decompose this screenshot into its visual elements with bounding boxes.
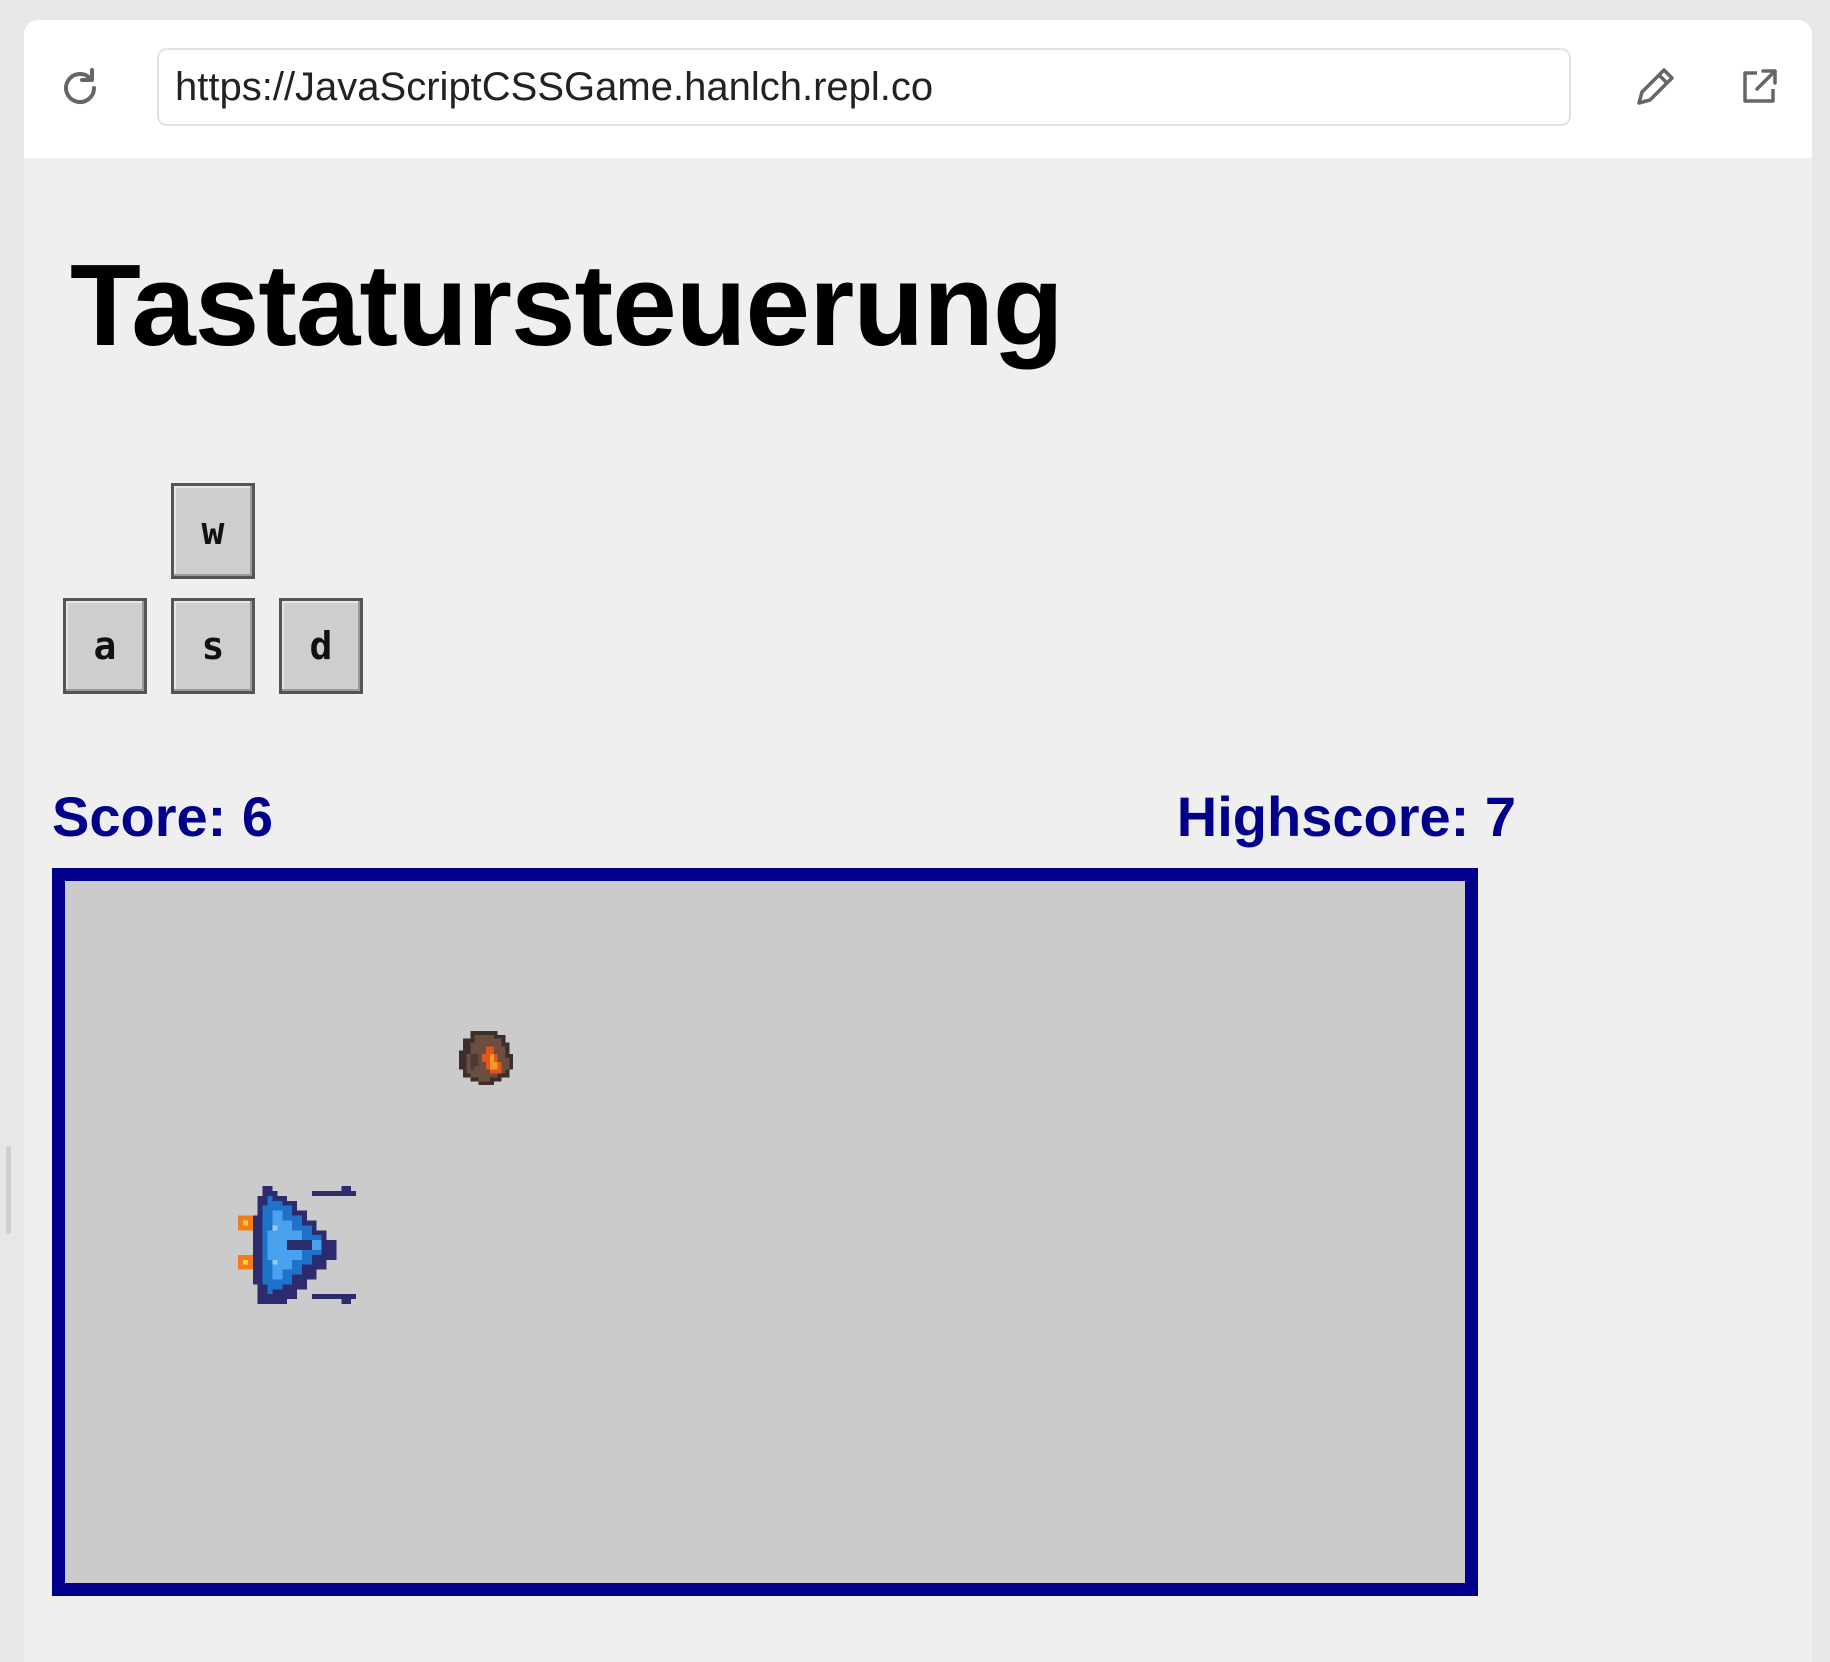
- url-text: https://JavaScriptCSSGame.hanlch.repl.co: [175, 64, 934, 109]
- page-title: Tastatursteuerung: [70, 240, 1064, 370]
- reload-icon: [64, 68, 96, 104]
- score-value: 6: [241, 785, 274, 848]
- external-link-icon: [1743, 69, 1777, 103]
- key-w[interactable]: w: [171, 483, 255, 579]
- pencil-icon: [1637, 68, 1674, 105]
- reload-button[interactable]: [54, 62, 106, 114]
- url-bar[interactable]: https://JavaScriptCSSGame.hanlch.repl.co: [157, 48, 1571, 126]
- edit-button[interactable]: [1628, 60, 1682, 114]
- score-display: Score: 6: [52, 784, 273, 849]
- key-d[interactable]: d: [279, 598, 363, 694]
- highscore-label: Highscore:: [1176, 785, 1470, 848]
- browser-window: https://JavaScriptCSSGame.hanlch.repl.co…: [24, 20, 1812, 1662]
- browser-toolbar: https://JavaScriptCSSGame.hanlch.repl.co: [24, 20, 1812, 158]
- spaceship-sprite: [238, 1186, 356, 1304]
- asteroid-sprite: [458, 1030, 514, 1086]
- key-a[interactable]: a: [63, 598, 147, 694]
- score-label: Score:: [52, 785, 227, 848]
- open-external-button[interactable]: [1732, 60, 1786, 114]
- game-arena[interactable]: [52, 868, 1478, 1596]
- key-s[interactable]: s: [171, 598, 255, 694]
- highscore-display: Highscore: 7: [1177, 784, 1516, 849]
- resize-handle[interactable]: [6, 1146, 11, 1234]
- highscore-value: 7: [1484, 785, 1516, 848]
